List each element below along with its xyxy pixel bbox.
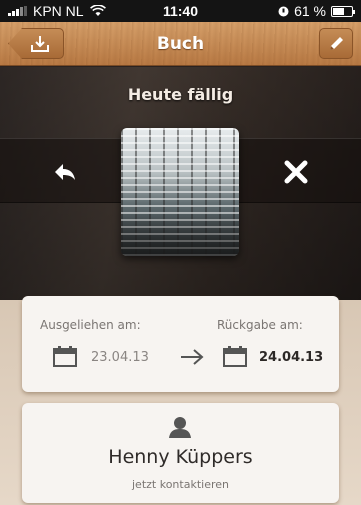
nav-title: Buch [156, 34, 205, 54]
dismiss-button[interactable] [231, 139, 361, 204]
pencil-icon [330, 36, 343, 50]
person-icon [169, 417, 191, 438]
calendar-icon [53, 346, 77, 367]
carrier-label: KPN NL [33, 3, 84, 19]
close-icon [284, 160, 308, 183]
status-right: 61 % [243, 3, 355, 19]
return-button[interactable] [0, 139, 130, 204]
edit-button[interactable] [319, 28, 353, 59]
return-label: Rückgabe am: [217, 318, 303, 332]
back-button[interactable] [8, 28, 64, 59]
book-photo[interactable] [121, 128, 239, 256]
book-banner: Heute fällig [0, 67, 361, 300]
app-screen: KPN NL 11:40 61 % Buch Heute fällig Ausg… [0, 0, 361, 505]
status-time: 11:40 [162, 3, 199, 19]
arrow-right-icon [181, 349, 204, 365]
signal-icon [8, 6, 27, 16]
tray-download-icon [31, 35, 49, 52]
contact-name: Henny Küppers [108, 446, 253, 468]
battery-fill [333, 7, 344, 15]
navigation-bar: Buch [0, 22, 361, 66]
loan-dates-card: Ausgeliehen am: Rückgabe am: 23.04.13 24… [22, 296, 339, 392]
contact-card[interactable]: Henny Küppers jetzt kontaktieren [22, 403, 339, 503]
status-bar: KPN NL 11:40 61 % [0, 0, 361, 22]
wifi-icon [89, 5, 106, 16]
due-status: Heute fällig [127, 85, 234, 104]
lock-rotation-icon [278, 6, 289, 16]
battery-percent: 61 % [294, 3, 326, 19]
battery-icon [331, 5, 355, 17]
return-date: 24.04.13 [259, 350, 324, 365]
borrowed-date: 23.04.13 [91, 350, 149, 365]
reply-arrow-icon [55, 163, 75, 180]
borrowed-label: Ausgeliehen am: [40, 318, 141, 332]
contact-now-link[interactable]: jetzt kontaktieren [22, 478, 339, 491]
calendar-icon [223, 346, 247, 367]
